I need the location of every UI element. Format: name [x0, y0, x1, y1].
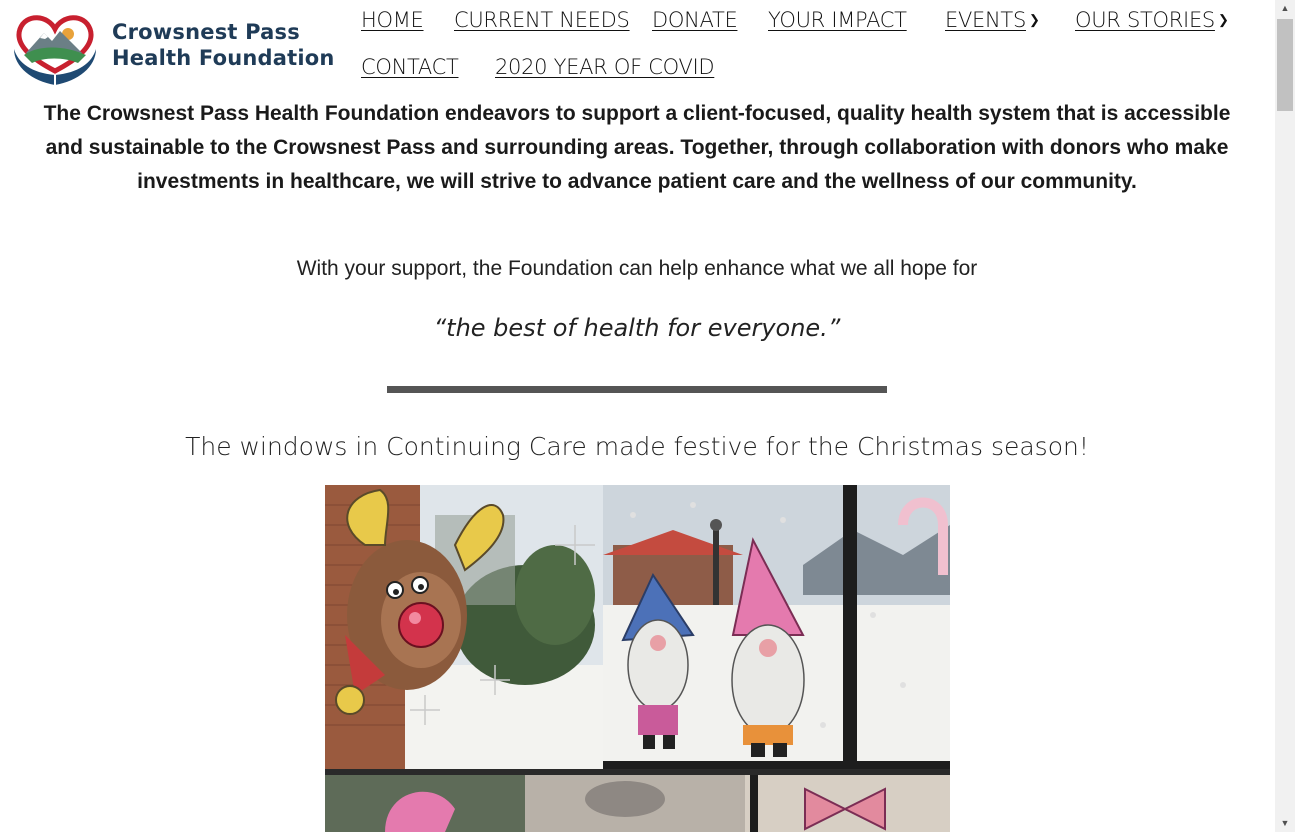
- christmas-windows-collage: [325, 485, 950, 832]
- gnomes-window-photo: [603, 485, 950, 769]
- scrollbar-thumb[interactable]: [1277, 19, 1293, 111]
- scroll-down-arrow-icon[interactable]: ▼: [1275, 815, 1295, 832]
- nav-events[interactable]: EVENTS ❯: [945, 8, 1040, 32]
- quote: “the best of health for everyone.”: [433, 314, 841, 342]
- logo-line-2: Health Foundation: [112, 46, 335, 70]
- nav-home[interactable]: HOME: [361, 8, 424, 32]
- section-caption: The windows in Continuing Care made fest…: [185, 432, 1089, 461]
- mission-statement: The Crowsnest Pass Health Foundation end…: [43, 102, 1231, 193]
- page: Crowsnest Pass Health Foundation HOME CU…: [0, 0, 1295, 832]
- site-logo[interactable]: Crowsnest Pass Health Foundation: [12, 9, 335, 89]
- nav-2020-year-of-covid[interactable]: 2020 YEAR OF COVID: [495, 55, 715, 79]
- nav-donate[interactable]: DONATE: [652, 8, 738, 32]
- nav-our-stories-label[interactable]: OUR STORIES: [1075, 8, 1215, 32]
- vertical-scrollbar[interactable]: ▲ ▼: [1275, 0, 1295, 832]
- nav-your-impact[interactable]: YOUR IMPACT: [768, 8, 907, 32]
- nav-current-needs[interactable]: CURRENT NEEDS: [454, 8, 630, 32]
- divider: [387, 386, 887, 393]
- logo-line-1: Crowsnest Pass: [112, 20, 300, 44]
- chevron-down-icon[interactable]: ❯: [1218, 13, 1229, 28]
- nav-our-stories[interactable]: OUR STORIES ❯: [1075, 8, 1229, 32]
- logo-wordmark: Crowsnest Pass Health Foundation: [112, 19, 335, 71]
- nav-contact[interactable]: CONTACT: [361, 55, 459, 79]
- chevron-down-icon[interactable]: ❯: [1029, 13, 1040, 28]
- heart-hands-logo-icon: [14, 15, 96, 87]
- window-photo-bottom: [325, 769, 950, 832]
- scroll-up-arrow-icon[interactable]: ▲: [1275, 0, 1295, 17]
- nav-events-label[interactable]: EVENTS: [945, 8, 1026, 32]
- reindeer-window-photo: [325, 485, 603, 769]
- support-text: With your support, the Foundation can he…: [296, 257, 978, 280]
